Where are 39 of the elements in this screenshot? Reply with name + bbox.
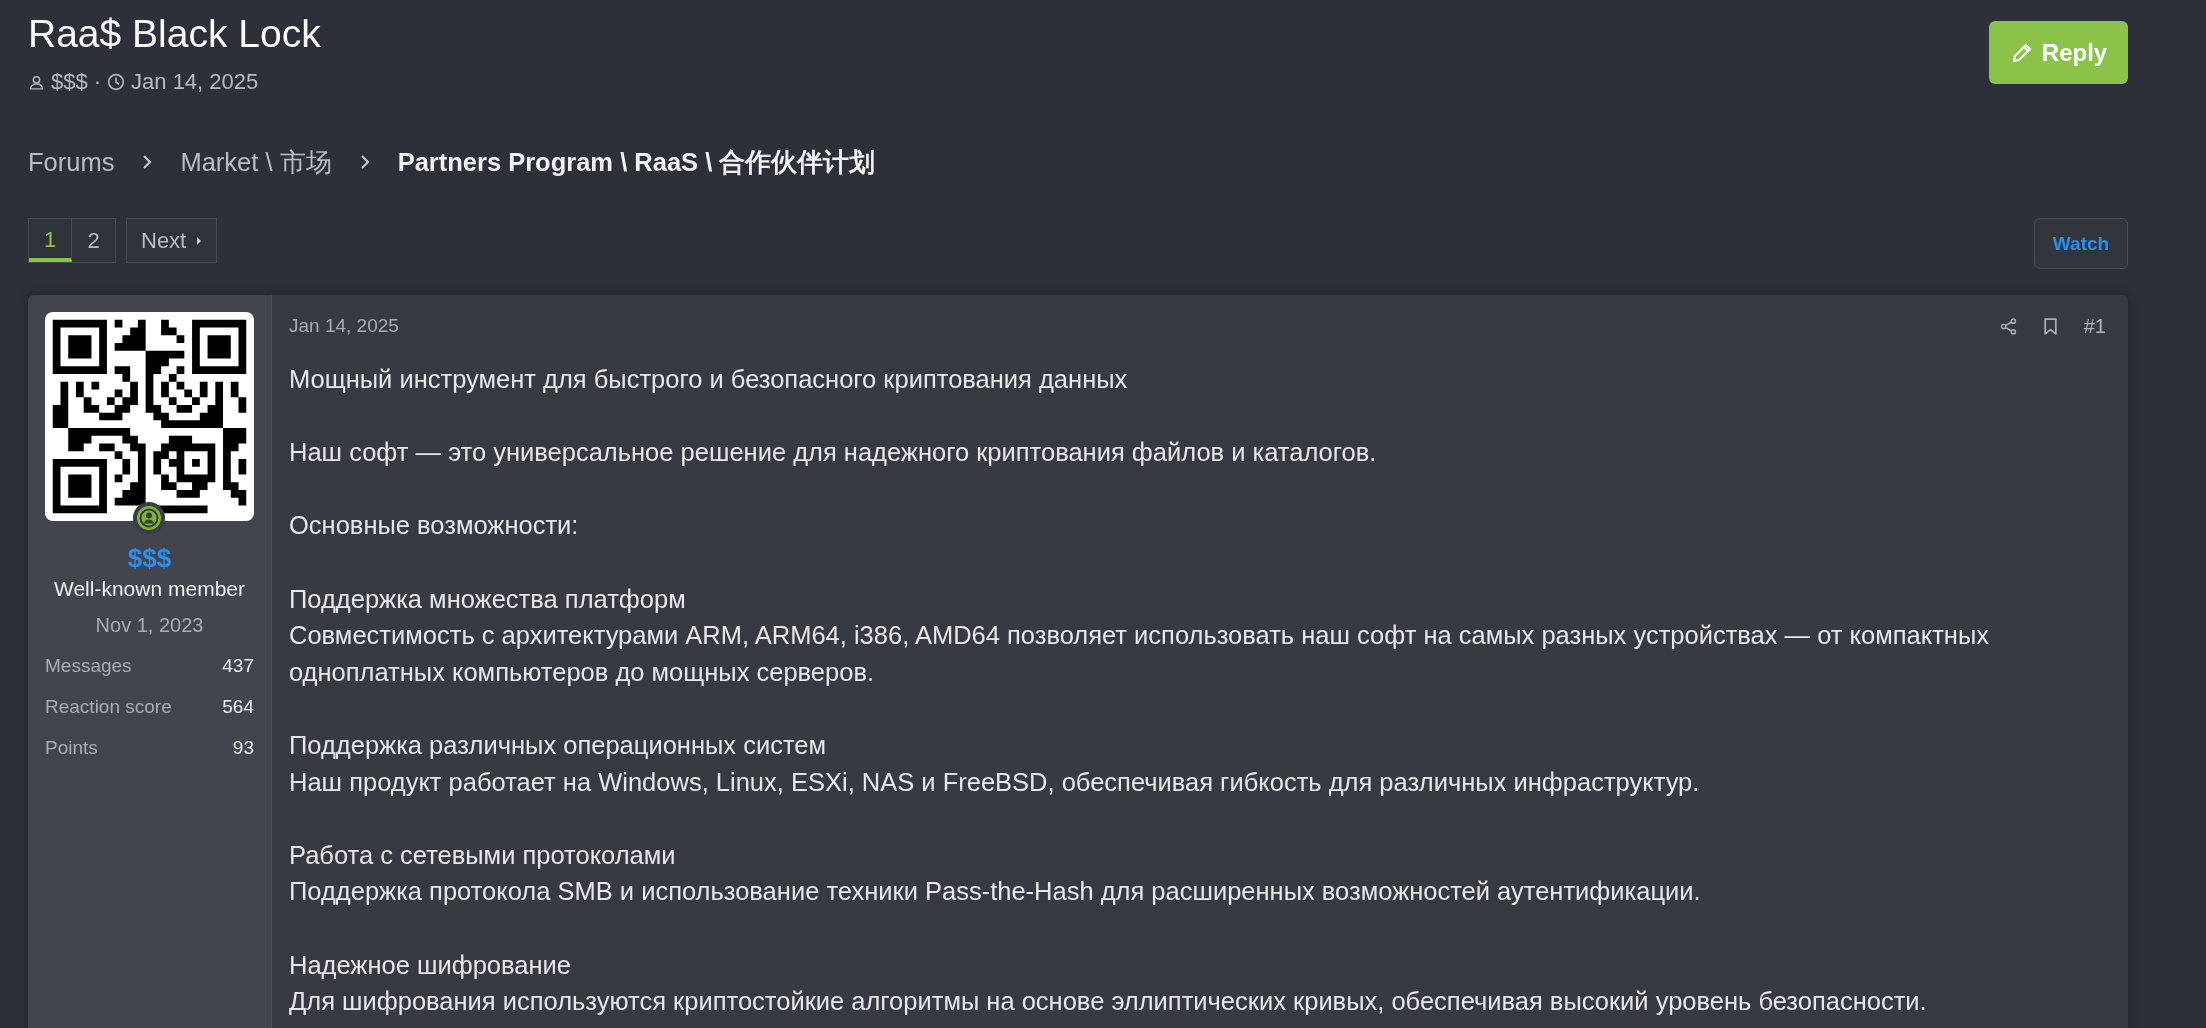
watch-button[interactable]: Watch <box>2034 218 2128 269</box>
breadcrumb-link[interactable]: Forums <box>28 147 115 177</box>
join-date: Nov 1, 2023 <box>95 613 204 638</box>
post-text: Наш софт — это универсальное решение для надежного криптования файлов и каталогов. <box>289 437 1378 469</box>
post-text: Для шифрования используются криптостойкие алгоритмы на основе эллиптических кривых, обеспечивая высокий уровень безопасности. <box>289 986 1928 1018</box>
post-number-link[interactable]: #1 <box>2083 314 2106 338</box>
post-text: Работа с сетевыми протоколами <box>289 839 677 871</box>
stat-label: Points <box>45 736 98 760</box>
stat-value: 93 <box>232 736 254 760</box>
post-text: Мощный инструмент для быстрого и безопасного криптования данных <box>289 364 1129 395</box>
stat-label: Messages <box>45 654 132 678</box>
post-text: Основные возможности: <box>289 510 580 542</box>
page-button[interactable]: 1 <box>29 219 72 262</box>
thread-date[interactable]: Jan 14, 2025 <box>131 70 259 94</box>
clock-icon <box>107 73 126 91</box>
post-text: Совместимость с архитектурами ARM, ARM64, i386, AMD64 позволяет использовать наш софт на самых разных устройствах — от компактных одноплатных компьютеров до мощных серверов. <box>289 620 1991 688</box>
stat-value: 437 <box>222 654 254 678</box>
post-text: Поддержка различных операционных систем <box>289 729 827 761</box>
separator-dot: · <box>93 70 102 94</box>
caret-icon <box>196 235 203 246</box>
chevron-icon <box>142 154 153 170</box>
post-text: Надежное шифрование <box>289 949 572 981</box>
bookmark-icon[interactable] <box>2042 317 2058 335</box>
stat-label: Reaction score <box>45 695 172 719</box>
post-text: Поддержка протокола SMB и использование техники Pass-the-Hash для расширенных возможностей аутентификации. <box>289 876 1702 908</box>
user-icon <box>28 73 45 91</box>
qr-code-avatar[interactable] <box>45 312 254 521</box>
thread-author[interactable]: $$$ <box>51 70 88 94</box>
post-text: Наш продукт работает на Windows, Linux, ESXi, NAS и FreeBSD, обеспечивая гибкость для различных инфраструктур. <box>289 766 1701 798</box>
post-text: Поддержка множества платформ <box>289 583 687 615</box>
next-page-button[interactable]: Next <box>126 218 218 263</box>
user-title: Well-known member <box>54 576 245 602</box>
stat-value: 564 <box>222 695 254 719</box>
chevron-icon <box>359 154 370 170</box>
breadcrumb-link[interactable]: Market \ 市场 <box>180 144 332 180</box>
post-date[interactable]: Jan 14, 2025 <box>289 315 399 337</box>
thread-title: Raa$ Black Lock <box>28 11 321 57</box>
breadcrumb-link[interactable]: Partners Program \ RaaS \ 合作伙伴计划 <box>397 144 876 180</box>
share-icon[interactable] <box>1999 317 2017 335</box>
